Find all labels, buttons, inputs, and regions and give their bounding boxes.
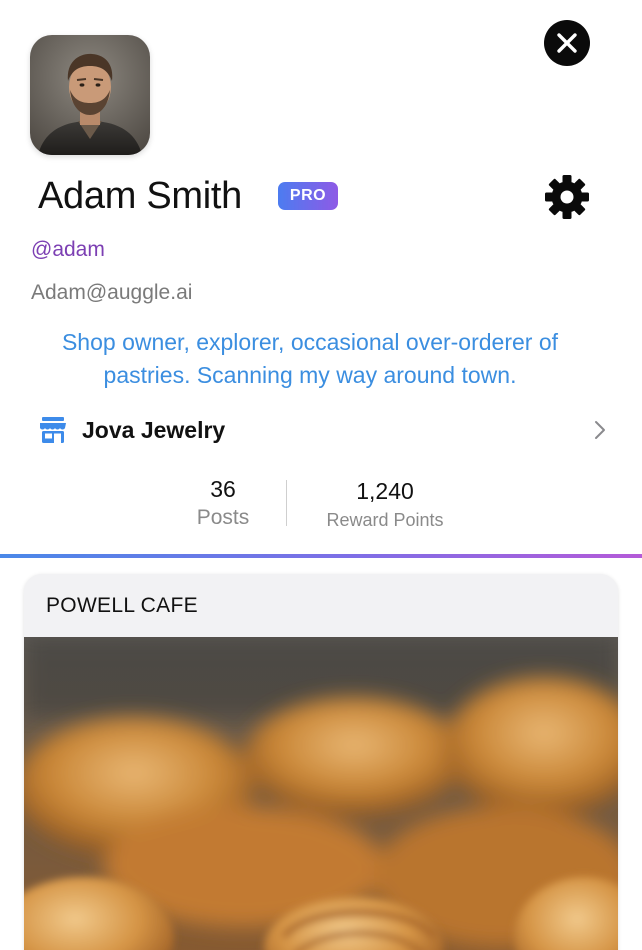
post-header: POWELL CAFE xyxy=(24,574,618,637)
posts-label: Posts xyxy=(196,506,250,529)
pro-badge: PRO xyxy=(278,182,338,210)
settings-button[interactable] xyxy=(543,173,591,221)
avatar-photo xyxy=(30,35,150,155)
post-card[interactable]: POWELL CAFE xyxy=(24,574,618,950)
shop-row[interactable]: Jova Jewelry xyxy=(30,407,612,453)
profile-handle[interactable]: @adam xyxy=(31,236,105,264)
close-icon xyxy=(557,33,577,53)
avatar[interactable] xyxy=(30,35,150,155)
stat-posts[interactable]: 36 Posts xyxy=(178,474,268,532)
storefront-icon xyxy=(38,415,68,445)
profile-bio: Shop owner, explorer, occasional over-or… xyxy=(61,329,559,388)
profile-name: Adam Smith xyxy=(38,175,242,217)
reward-points-label: Reward Points xyxy=(326,510,444,530)
posts-count: 36 xyxy=(210,476,236,502)
stat-reward-points[interactable]: 1,240 Reward Points xyxy=(312,476,458,534)
profile-email: Adam@auggle.ai xyxy=(31,281,193,304)
shop-name: Jova Jewelry xyxy=(82,416,226,443)
post-title: POWELL CAFE xyxy=(46,593,198,617)
stats-divider xyxy=(286,480,287,526)
reward-points-count: 1,240 xyxy=(356,478,414,504)
gear-icon xyxy=(545,175,589,219)
section-separator xyxy=(0,554,642,558)
croissants-photo[interactable] xyxy=(24,637,618,950)
profile-screen: Adam Smith PRO @adam Adam@auggle.ai Shop… xyxy=(0,0,642,950)
close-button[interactable] xyxy=(544,20,590,66)
chevron-right-icon xyxy=(592,419,608,441)
